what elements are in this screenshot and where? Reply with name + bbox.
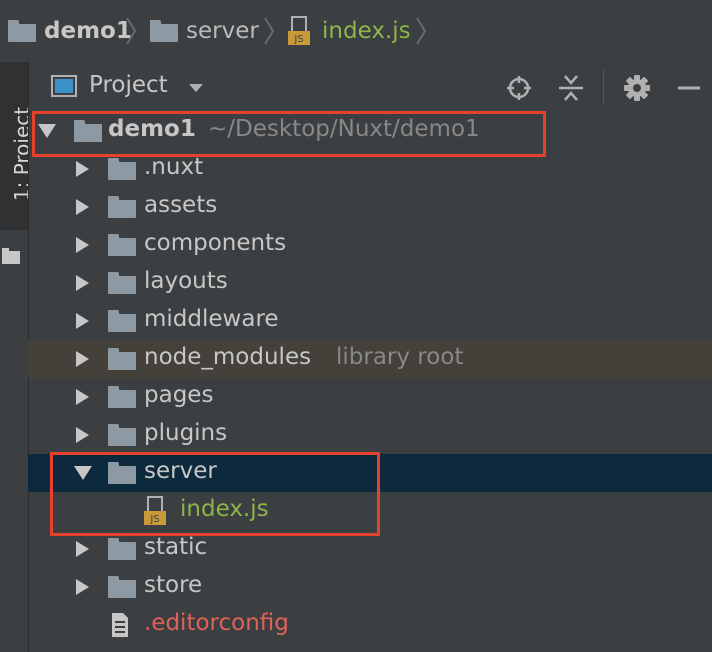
tree-row[interactable]: middleware <box>28 302 712 340</box>
breadcrumb: demo1 server JS index.js <box>0 0 712 63</box>
tree-item-label: store <box>144 572 203 598</box>
collapsed-arrow-icon[interactable] <box>76 237 89 253</box>
tree-row[interactable]: plugins <box>28 416 712 454</box>
folder-icon <box>108 348 136 370</box>
library-root-hint: library root <box>336 344 464 370</box>
folder-icon <box>108 272 136 294</box>
chevron-right-icon <box>416 17 427 45</box>
locate-icon[interactable] <box>505 74 533 102</box>
tree-row[interactable]: components <box>28 226 712 264</box>
collapsed-arrow-icon[interactable] <box>76 351 89 367</box>
tree-item-label: node_modules <box>144 344 312 370</box>
view-selector[interactable]: Project <box>89 72 168 98</box>
folder-icon <box>108 576 136 598</box>
breadcrumb-item-index-js[interactable]: JS index.js <box>288 14 411 48</box>
minimize-icon[interactable] <box>675 74 703 102</box>
tree-item-label: layouts <box>144 268 228 294</box>
tree-row[interactable]: assets <box>28 188 712 226</box>
breadcrumb-item-demo1[interactable]: demo1 <box>8 14 132 48</box>
folder-icon <box>8 20 36 42</box>
tree-item-label: .nuxt <box>144 154 204 180</box>
tree-item-label: components <box>144 230 287 256</box>
folder-icon <box>108 424 136 446</box>
tree-row[interactable]: store <box>28 568 712 606</box>
tree-row-file[interactable]: .editorconfig <box>28 606 712 644</box>
tree-item-label: static <box>144 534 208 560</box>
tree-item-label: pages <box>144 382 214 408</box>
collapsed-arrow-icon[interactable] <box>76 275 89 291</box>
folder-icon <box>150 20 178 42</box>
collapsed-arrow-icon[interactable] <box>76 161 89 177</box>
breadcrumb-label: demo1 <box>44 18 132 44</box>
tree-row-library[interactable]: node_modules library root <box>28 340 712 378</box>
gear-icon[interactable] <box>623 74 651 102</box>
folder-icon <box>108 310 136 332</box>
breadcrumb-item-server[interactable]: server <box>150 14 259 48</box>
tree-row[interactable]: layouts <box>28 264 712 302</box>
collapsed-arrow-icon[interactable] <box>76 313 89 329</box>
breadcrumb-label: index.js <box>322 18 411 44</box>
panel-toolbar: Project <box>29 62 712 114</box>
highlight-box-server <box>50 452 380 536</box>
collapse-all-icon[interactable] <box>557 74 585 102</box>
tree-item-label: assets <box>144 192 218 218</box>
folder-icon <box>108 158 136 180</box>
tree-item-label: .editorconfig <box>144 610 289 636</box>
folder-icon <box>108 538 136 560</box>
collapsed-arrow-icon[interactable] <box>76 427 89 443</box>
collapsed-arrow-icon[interactable] <box>76 389 89 405</box>
folder-icon <box>108 386 136 408</box>
collapsed-arrow-icon[interactable] <box>76 579 89 595</box>
tree-row[interactable]: pages <box>28 378 712 416</box>
folder-icon <box>108 196 136 218</box>
tree-item-label: middleware <box>144 306 279 332</box>
folder-icon <box>2 248 20 264</box>
tool-window-stripe: 1: Project <box>0 62 34 264</box>
tree-item-label: plugins <box>144 420 228 446</box>
toolbar-separator <box>603 70 604 104</box>
svg-text:JS: JS <box>293 34 303 45</box>
chevron-right-icon <box>126 17 137 45</box>
collapsed-arrow-icon[interactable] <box>76 541 89 557</box>
chevron-right-icon <box>264 17 275 45</box>
text-file-icon <box>112 613 128 637</box>
collapsed-arrow-icon[interactable] <box>76 199 89 215</box>
breadcrumb-label: server <box>186 18 259 44</box>
chevron-down-icon[interactable] <box>189 84 203 92</box>
folder-icon <box>108 234 136 256</box>
highlight-box-root <box>32 111 546 157</box>
js-file-icon: JS <box>288 16 310 45</box>
project-view-icon <box>51 75 77 97</box>
